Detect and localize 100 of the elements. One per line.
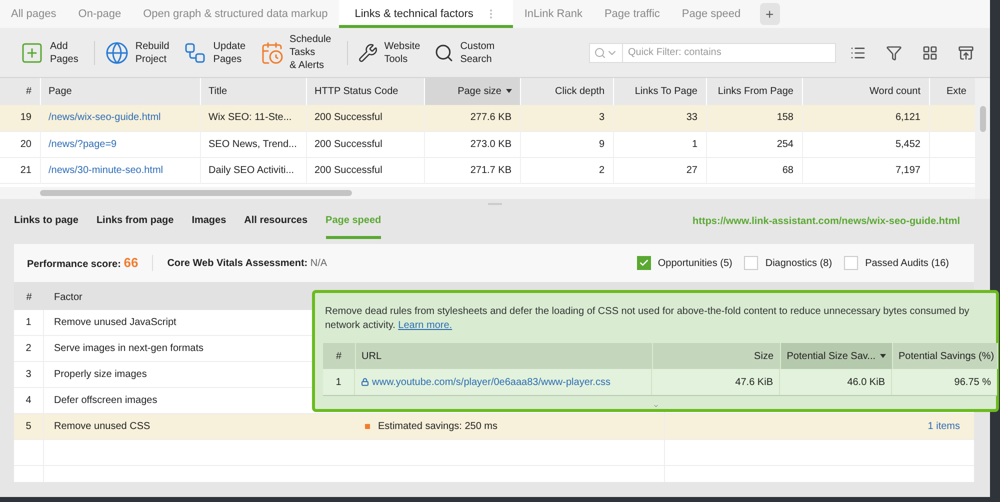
filter-icon[interactable] [886, 44, 902, 60]
table-cell-text: 46.0 KiB [847, 376, 885, 390]
page-link[interactable]: /news/30-minute-seo.html [48, 164, 163, 176]
chevron-icon [652, 403, 660, 409]
globe-icon [105, 40, 130, 64]
factor-name: Remove unused CSS [54, 420, 150, 434]
table-cell: 200 Successful [314, 112, 382, 124]
table-row[interactable]: 1 www.youtube.com/s/player/0e6aaa83/www-player.css 47.6 KiB 46.0 KiB 96.75 % [323, 369, 997, 395]
table-row[interactable]: 19 /news/wix-seo-guide.html Wix SEO: 11-Ste... 200 Successful 277.6 KB 3 33 158 6,121 [0, 105, 975, 131]
learn-more-link[interactable]: Learn more. [398, 320, 452, 331]
calendar-icon [260, 40, 284, 64]
column-header[interactable]: Page size [424, 78, 520, 105]
table-cell: 2 [598, 164, 604, 176]
row-number: 3 [26, 368, 32, 382]
table-cell: 273.0 KB [470, 138, 512, 150]
horizontal-scrollbar[interactable] [40, 190, 352, 196]
column-header[interactable]: HTTP Status Code [306, 78, 424, 105]
search-icon [594, 46, 606, 58]
table-row[interactable]: 20 /news/?page=9 SEO News, Trend... 200 Successful 273.0 KB 9 1 254 5,452 [0, 131, 975, 157]
toolbar-button[interactable]: Add Pages [16, 40, 82, 66]
table-cell: Daily SEO Activiti... [208, 164, 294, 176]
core-web-vitals: Core Web Vitals Assessment: N/A [167, 256, 328, 270]
factor-row[interactable]: 5 Remove unused CSS Estimated savings: 250 ms 1 items [14, 414, 974, 440]
tab[interactable]: Links from page [96, 213, 174, 239]
checkbox-label: Passed Audits (16) [865, 256, 949, 270]
column-header[interactable]: Word count [802, 78, 929, 105]
tab[interactable]: Images [192, 213, 226, 239]
table-cell-text: 96.75 % [954, 376, 991, 390]
factor-name: Properly size images [54, 368, 147, 382]
table-cell: SEO News, Trend... [208, 138, 297, 150]
lock-icon [361, 378, 369, 386]
toolbar-button[interactable]: Schedule Tasks & Alerts [256, 33, 336, 72]
table-cell: 20 [20, 138, 32, 150]
table-cell: 1 [692, 138, 698, 150]
tab[interactable]: Links to page [14, 213, 78, 239]
column-header[interactable]: Click depth [520, 78, 613, 105]
column-header[interactable]: # [323, 343, 355, 369]
table-cell: 7,197 [895, 164, 920, 176]
table-row[interactable]: 21 /news/30-minute-seo.html Daily SEO Activiti... 200 Successful 271.7 KB 2 27 68 7,197 [0, 157, 975, 183]
row-number: 1 [336, 376, 342, 390]
vertical-scrollbar[interactable] [980, 106, 986, 132]
toolbar-button[interactable]: Rebuild Project [101, 40, 174, 66]
column-header[interactable]: Exte [929, 78, 975, 105]
row-number: 2 [26, 342, 32, 356]
column-header[interactable]: Title [200, 78, 306, 105]
search-mode-dropdown[interactable] [589, 42, 623, 62]
audit-description: Remove dead rules from stylesheets and defer the loading of CSS not used for above-the-fold content to reduce unnecessary bytes consumed by network activity. Learn more. [324, 305, 970, 333]
savings-marker-icon [365, 424, 370, 429]
column-header[interactable]: Factor [44, 290, 92, 304]
column-header[interactable]: Potential Size Sav... [780, 343, 892, 369]
checkbox-label: Opportunities (5) [658, 256, 732, 270]
table-cell: 68 [782, 164, 794, 176]
table-cell: 19 [20, 112, 32, 124]
toolbar-button[interactable]: Website Tools [354, 40, 424, 66]
checkbox[interactable] [844, 256, 858, 270]
table-cell-text: 47.6 KiB [735, 376, 773, 390]
check-icon [638, 258, 649, 268]
list-icon[interactable] [850, 44, 866, 60]
table-cell: 271.7 KB [470, 164, 512, 176]
quick-filter-field[interactable]: Quick Filter: contains [623, 42, 836, 62]
column-header[interactable]: Links To Page [613, 78, 706, 105]
column-header[interactable]: Page [40, 78, 200, 105]
table-cell: 254 [776, 138, 794, 150]
checkbox[interactable] [744, 256, 758, 270]
column-header[interactable]: Potential Savings (%) [892, 343, 997, 369]
table-cell: 5,452 [895, 138, 920, 150]
table-cell: 158 [776, 112, 794, 124]
row-number: 1 [26, 316, 32, 330]
page-link[interactable]: /news/?page=9 [48, 138, 117, 150]
table-cell: 9 [598, 138, 604, 150]
column-header[interactable]: # [14, 290, 44, 304]
add-tab-button[interactable]: + [760, 3, 780, 25]
row-number: 5 [26, 420, 32, 434]
factor-name: Serve images in next-gen formats [54, 342, 204, 356]
column-header[interactable]: Size [652, 343, 780, 369]
table-cell: 27 [686, 164, 698, 176]
checkbox-label: Diagnostics (8) [765, 256, 832, 270]
toolbar-button[interactable]: Custom Search [430, 40, 499, 66]
performance-score: Performance score: 66 [27, 254, 138, 272]
column-header[interactable]: # [0, 78, 40, 105]
estimated-savings: Estimated savings: 250 ms [378, 420, 498, 434]
toolbar-button[interactable]: Update Pages [179, 40, 250, 66]
export-icon[interactable] [958, 44, 974, 60]
checkbox[interactable] [636, 256, 651, 270]
items-link[interactable]: 1 items [928, 419, 960, 434]
wrench-icon [358, 42, 378, 62]
column-header[interactable]: URL [355, 343, 652, 369]
page-link[interactable]: /news/wix-seo-guide.html [48, 112, 161, 124]
table-cell: 3 [598, 112, 604, 124]
workflow-icon [183, 40, 208, 64]
table-cell: 21 [20, 164, 32, 176]
row-number: 4 [26, 394, 32, 408]
grid-icon[interactable] [922, 44, 938, 60]
resource-link[interactable]: www.youtube.com/s/player/0e6aaa83/www-player.css [372, 374, 610, 390]
column-header[interactable]: Links From Page [706, 78, 802, 105]
table-cell: 6,121 [895, 112, 920, 124]
tab[interactable]: Links & technical factors [338, 0, 514, 28]
table-cell: 33 [686, 112, 698, 124]
table-cell: 277.6 KB [470, 112, 512, 124]
tab[interactable]: All resources [244, 213, 308, 239]
